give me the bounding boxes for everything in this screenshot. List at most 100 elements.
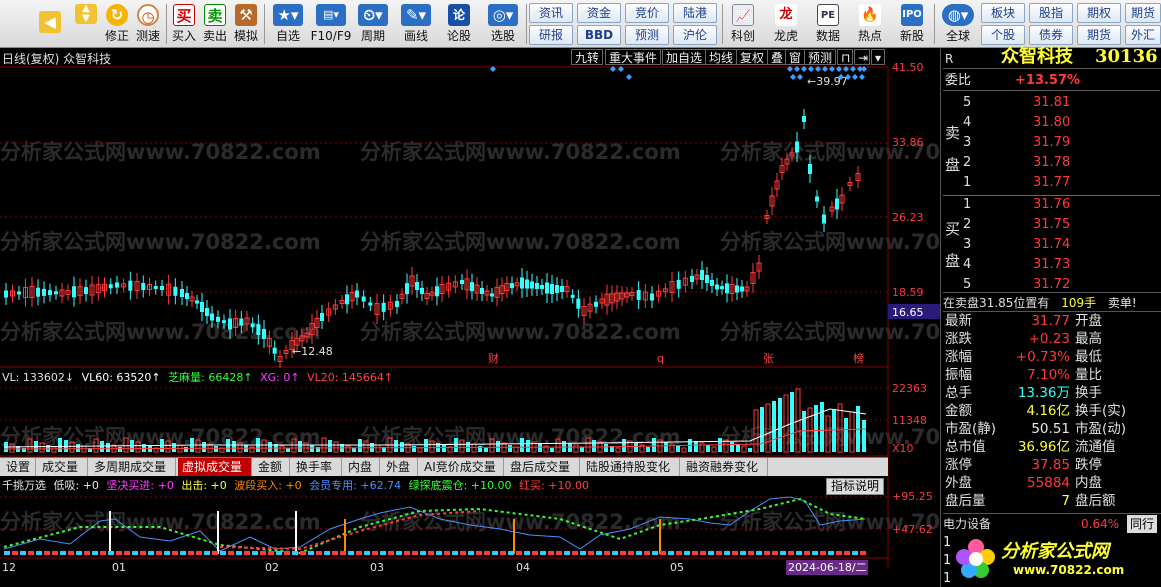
sell-level-5[interactable]: 5 31.81: [961, 93, 1141, 113]
signal-strip: [428, 551, 434, 555]
candle-body: [435, 286, 439, 297]
chart-area[interactable]: 分析家公式网www.70822.com 分析家公式网www.70822.com 分析…: [0, 49, 940, 587]
buy-level-1[interactable]: 1 31.76: [961, 195, 1141, 215]
volume-bar: [580, 447, 584, 452]
signal-strip: [52, 551, 58, 555]
bidding-button[interactable]: 竞价: [625, 3, 669, 23]
speed-test-button[interactable]: ◷ 测速: [134, 2, 162, 46]
quote-row-3: 振幅 7.10% 量比: [943, 366, 1161, 384]
news-button[interactable]: 资讯: [529, 3, 573, 23]
f10-button[interactable]: ▤▾ F10/F9: [310, 2, 352, 46]
tab-9[interactable]: 盘后成交量: [506, 458, 580, 476]
candle-body: [180, 289, 184, 297]
forecast-button[interactable]: 预测: [625, 25, 669, 45]
simulate-button[interactable]: ⚒ 模拟: [232, 2, 260, 46]
bottom-level-3: 1: [943, 571, 952, 586]
event-marker-limit[interactable]: 张: [763, 352, 774, 365]
hotspot-button[interactable]: 🔥 热点: [854, 2, 886, 46]
volume-bar: [814, 405, 818, 452]
signal-strip: [44, 551, 50, 555]
buy-level-2[interactable]: 2 31.75: [961, 215, 1141, 235]
back-button[interactable]: ◀: [36, 2, 64, 46]
buy-level-num: 2: [963, 217, 972, 232]
volume-bar: [562, 441, 566, 452]
dragon-tiger-button[interactable]: 龙 龙虎: [770, 2, 802, 46]
index-button[interactable]: 股指: [1029, 3, 1073, 23]
futures-button-2[interactable]: 期货: [1077, 25, 1121, 45]
event-marker-q[interactable]: q: [657, 352, 664, 365]
candle-body: [560, 286, 564, 292]
tab-2[interactable]: 多周期成交量: [90, 458, 176, 476]
buy-level-4[interactable]: 4 31.73: [961, 255, 1141, 275]
sector-tab[interactable]: 同行: [1127, 515, 1158, 533]
tab-0[interactable]: 设置: [2, 458, 36, 476]
star-market-button[interactable]: 📈 科创: [727, 2, 759, 46]
ipo-button[interactable]: IPO 新股: [896, 2, 928, 46]
watchlist-button[interactable]: ★▾ 自选: [270, 2, 306, 46]
forex-button[interactable]: 外汇: [1125, 25, 1161, 45]
quote-label-2: 盘后额: [1075, 493, 1116, 509]
sector-row[interactable]: 电力设备 0.64% 同行: [943, 513, 1161, 533]
volume-bar: [226, 439, 230, 452]
signal-strip: [660, 551, 666, 555]
tab-7[interactable]: 外盘: [382, 458, 418, 476]
draw-line-button[interactable]: ✎▾ 画线: [397, 2, 435, 46]
hk-connect-button[interactable]: 陆港: [673, 3, 717, 23]
volume-bar: [820, 402, 824, 452]
tab-10[interactable]: 陆股通持股变化: [582, 458, 680, 476]
bonds-button[interactable]: 债券: [1029, 25, 1073, 45]
sell-level-4[interactable]: 4 31.80: [961, 113, 1141, 133]
tab-1[interactable]: 成交量: [38, 458, 88, 476]
single-stock-button[interactable]: 个股: [981, 25, 1025, 45]
volume-bar: [484, 448, 488, 452]
signal-strip: [300, 551, 306, 555]
volume-bar: [333, 441, 339, 453]
quote-panel: R 众智科技 30136 委比 +13.57% 卖盘 5 31.81 4 31.80 3 3…: [940, 47, 1161, 587]
shanghai-london-button[interactable]: 沪伦: [673, 25, 717, 45]
tab-3[interactable]: 虚拟成交量: [178, 458, 252, 476]
signal-strip: [284, 551, 290, 555]
event-diamond: [852, 74, 858, 80]
sector-button[interactable]: 板块: [981, 3, 1025, 23]
funds-button[interactable]: 资金: [577, 3, 621, 23]
period-button[interactable]: ⏲▾ 周期: [355, 2, 391, 46]
tab-5[interactable]: 换手率: [292, 458, 342, 476]
options-button[interactable]: 期权: [1077, 3, 1121, 23]
sell-level-2[interactable]: 2 31.78: [961, 153, 1141, 173]
event-marker-list[interactable]: 榜: [853, 351, 864, 365]
sell-button[interactable]: 卖 卖出: [201, 2, 229, 46]
forum-button[interactable]: 论 论股: [444, 2, 474, 46]
signal-strip: [396, 551, 402, 555]
tab-6[interactable]: 内盘: [344, 458, 380, 476]
quote-row-10: 盘后量 7 盘后额: [943, 492, 1161, 510]
bbd-button[interactable]: BBD: [577, 25, 621, 45]
candle-body: [239, 318, 244, 326]
indicator-explain-button[interactable]: 指标说明: [826, 478, 885, 495]
event-marker-earnings[interactable]: 财: [488, 351, 499, 365]
volume-bar: [328, 440, 332, 452]
tab-4[interactable]: 金额: [254, 458, 290, 476]
revise-button[interactable]: ↻ 修正: [103, 2, 131, 46]
quote-value: 7.10%: [1027, 367, 1070, 383]
signal-strip: [572, 551, 578, 555]
research-button[interactable]: 研报: [529, 25, 573, 45]
global-button[interactable]: ◍▾ 全球: [938, 2, 978, 46]
candle-body: [228, 318, 232, 330]
candle-body: [54, 291, 58, 295]
futures-button[interactable]: 期货: [1125, 3, 1161, 23]
candle-body: [381, 302, 386, 312]
tab-8[interactable]: AI竞价成交量: [420, 458, 504, 476]
candle-body: [17, 291, 21, 295]
candle-body: [200, 302, 204, 312]
stock-picker-button[interactable]: ◎▾ 选股: [484, 2, 522, 46]
up-down-button[interactable]: ▲ ▼: [73, 2, 99, 46]
data-button[interactable]: PE 数据: [812, 2, 844, 46]
signal-strip: [244, 551, 250, 555]
tab-11[interactable]: 融资融券变化: [682, 458, 768, 476]
sell-level-1[interactable]: 1 31.77: [961, 173, 1141, 193]
buy-button[interactable]: 买 买入: [170, 2, 198, 46]
buy-level-3[interactable]: 3 31.74: [961, 235, 1141, 255]
sell-level-3[interactable]: 3 31.79: [961, 133, 1141, 153]
speed-clock-icon: ◷: [137, 4, 159, 26]
quote-label: 总手: [945, 385, 972, 401]
